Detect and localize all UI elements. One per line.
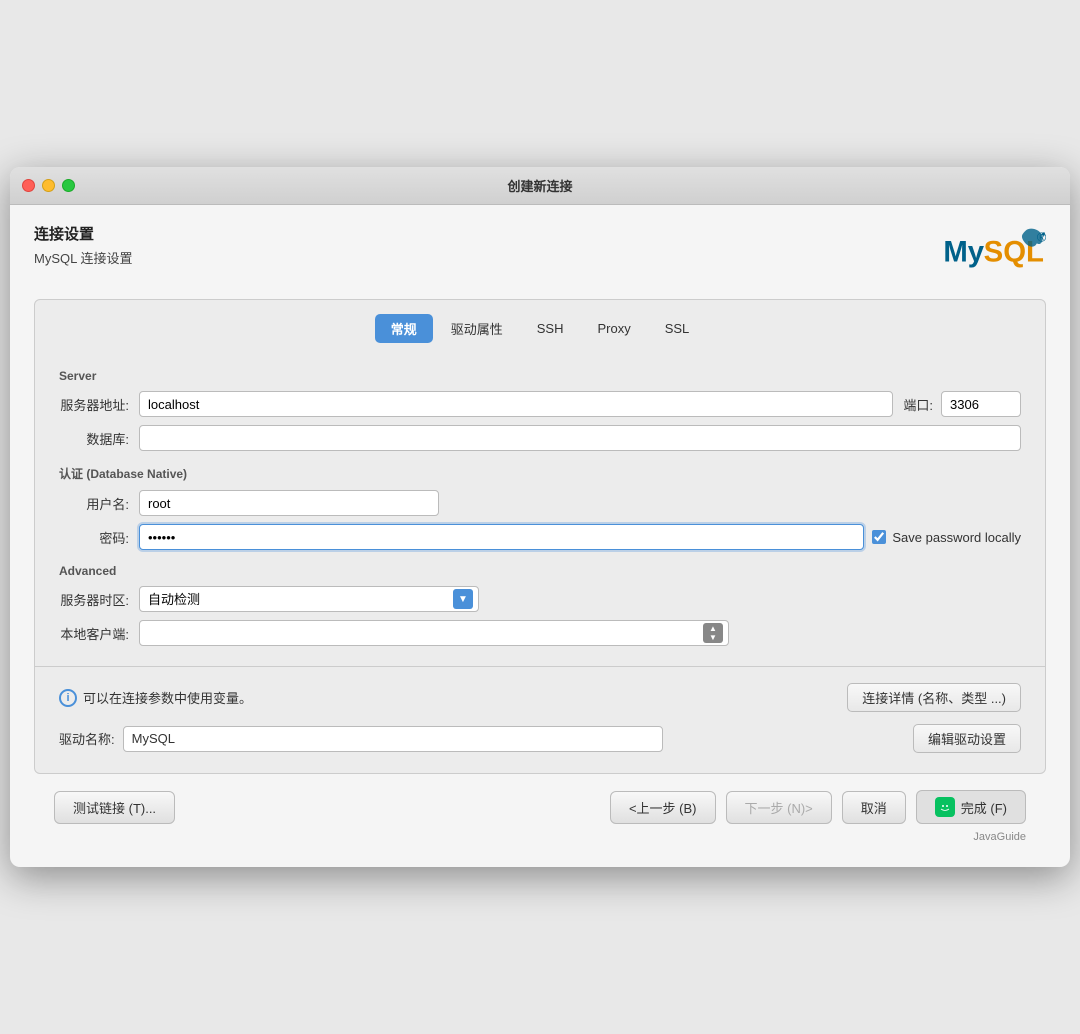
minimize-button[interactable] bbox=[42, 179, 55, 192]
advanced-section-label: Advanced bbox=[59, 564, 1021, 578]
main-panel: 常规 驱动属性 SSH Proxy SSL Server 服务器地址: 端口: bbox=[34, 299, 1046, 774]
database-row: 数据库: bbox=[59, 425, 1021, 451]
timezone-label: 服务器时区: bbox=[59, 590, 139, 609]
info-icon: i bbox=[59, 689, 77, 707]
window-title: 创建新连接 bbox=[507, 176, 572, 195]
auth-section: 认证 (Database Native) 用户名: 密码: Save passw… bbox=[35, 465, 1045, 550]
header-row: 连接设置 MySQL 连接设置 My SQL ® bbox=[34, 223, 1046, 283]
server-address-input[interactable] bbox=[139, 391, 893, 417]
advanced-section: Advanced 服务器时区: 自动检测 UTC Asia/Shanghai ▼ bbox=[35, 564, 1045, 646]
port-group: 端口: bbox=[903, 391, 1021, 417]
timezone-row: 服务器时区: 自动检测 UTC Asia/Shanghai ▼ bbox=[59, 586, 1021, 612]
local-client-label: 本地客户端: bbox=[59, 624, 139, 643]
local-client-row: 本地客户端: ▲ ▼ bbox=[59, 620, 1021, 646]
info-row: i 可以在连接参数中使用变量。 连接详情 (名称、类型 ...) bbox=[35, 683, 1045, 712]
timezone-select[interactable]: 自动检测 UTC Asia/Shanghai bbox=[139, 586, 479, 612]
database-label: 数据库: bbox=[59, 429, 139, 448]
username-label: 用户名: bbox=[59, 494, 139, 513]
save-password-label: Save password locally bbox=[892, 530, 1021, 545]
driver-label: 驱动名称: bbox=[59, 729, 115, 748]
bottom-right-buttons: <上一步 (B) 下一步 (N)> 取消 完成 (F) bbox=[610, 790, 1026, 824]
tab-bar: 常规 驱动属性 SSH Proxy SSL bbox=[35, 300, 1045, 355]
prev-button[interactable]: <上一步 (B) bbox=[610, 791, 716, 824]
server-address-label: 服务器地址: bbox=[59, 395, 139, 414]
database-input[interactable] bbox=[139, 425, 1021, 451]
driver-row: 驱动名称: MySQL 编辑驱动设置 bbox=[35, 724, 1045, 753]
divider bbox=[35, 666, 1045, 667]
save-password-row: Save password locally bbox=[872, 530, 1021, 545]
finish-button[interactable]: 完成 (F) bbox=[916, 790, 1026, 824]
bottom-bar: 测试链接 (T)... <上一步 (B) 下一步 (N)> 取消 完成 (F) bbox=[34, 774, 1046, 824]
timezone-select-wrapper: 自动检测 UTC Asia/Shanghai ▼ bbox=[139, 586, 479, 612]
mysql-logo: My SQL ® bbox=[936, 223, 1046, 283]
username-row: 用户名: bbox=[59, 490, 1021, 516]
connection-details-button[interactable]: 连接详情 (名称、类型 ...) bbox=[847, 683, 1021, 712]
cancel-button[interactable]: 取消 bbox=[842, 791, 906, 824]
port-label: 端口: bbox=[903, 395, 933, 414]
server-section-label: Server bbox=[59, 369, 1021, 383]
finish-label: 完成 (F) bbox=[961, 798, 1007, 817]
driver-name-group: 驱动名称: MySQL bbox=[59, 726, 663, 752]
server-section: Server 服务器地址: 端口: 数据库: bbox=[35, 369, 1045, 451]
info-text: i 可以在连接参数中使用变量。 bbox=[59, 688, 252, 707]
driver-value-display: MySQL bbox=[123, 726, 663, 752]
server-address-row: 服务器地址: 端口: bbox=[59, 391, 1021, 417]
traffic-lights bbox=[22, 179, 75, 192]
bottom-left-buttons: 测试链接 (T)... bbox=[54, 791, 175, 824]
edit-driver-button[interactable]: 编辑驱动设置 bbox=[913, 724, 1021, 753]
port-input[interactable] bbox=[941, 391, 1021, 417]
password-input[interactable] bbox=[139, 524, 864, 550]
tab-proxy[interactable]: Proxy bbox=[581, 314, 646, 343]
auth-section-label: 认证 (Database Native) bbox=[59, 465, 1021, 482]
watermark: JavaGuide bbox=[973, 831, 1026, 843]
password-label: 密码: bbox=[59, 528, 139, 547]
svg-text:My: My bbox=[943, 236, 984, 269]
tab-ssh[interactable]: SSH bbox=[521, 314, 580, 343]
info-message: 可以在连接参数中使用变量。 bbox=[83, 688, 252, 707]
maximize-button[interactable] bbox=[62, 179, 75, 192]
section-title: 连接设置 bbox=[34, 223, 132, 244]
subtitle: MySQL 连接设置 bbox=[34, 248, 132, 267]
tab-driver-props[interactable]: 驱动属性 bbox=[435, 314, 519, 343]
titlebar: 创建新连接 bbox=[10, 167, 1070, 205]
tab-ssl[interactable]: SSL bbox=[649, 314, 706, 343]
window: 创建新连接 连接设置 MySQL 连接设置 My SQL ® bbox=[10, 167, 1070, 867]
content: 连接设置 MySQL 连接设置 My SQL ® 常规 驱动属性 SSH Pro… bbox=[10, 205, 1070, 867]
save-password-checkbox[interactable] bbox=[872, 530, 886, 544]
close-button[interactable] bbox=[22, 179, 35, 192]
next-button[interactable]: 下一步 (N)> bbox=[726, 791, 832, 824]
test-connection-button[interactable]: 测试链接 (T)... bbox=[54, 791, 175, 824]
local-client-select-wrapper: ▲ ▼ bbox=[139, 620, 729, 646]
username-input[interactable] bbox=[139, 490, 439, 516]
header-labels: 连接设置 MySQL 连接设置 bbox=[34, 223, 132, 267]
local-client-select[interactable] bbox=[139, 620, 729, 646]
password-row: 密码: Save password locally bbox=[59, 524, 1021, 550]
wechat-icon bbox=[935, 797, 955, 817]
tab-general[interactable]: 常规 bbox=[375, 314, 433, 343]
